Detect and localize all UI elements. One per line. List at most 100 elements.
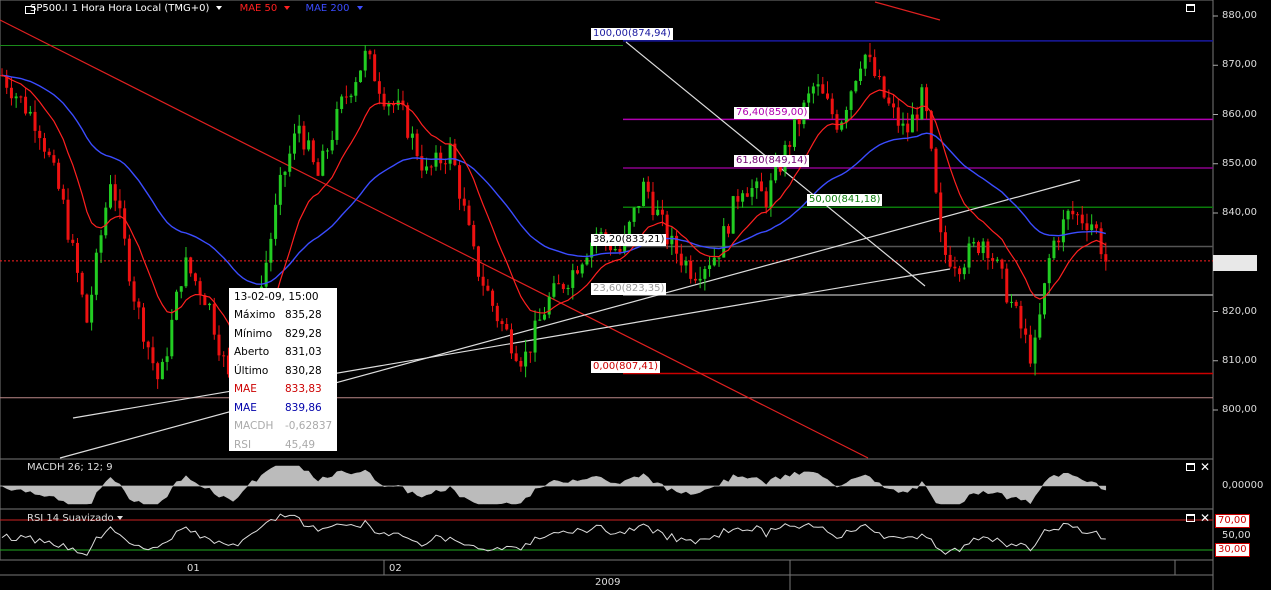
tooltip-row-value: 829,28 xyxy=(285,327,322,340)
price-chart xyxy=(0,0,1218,590)
fib-label-61: 61,80(849,14) xyxy=(734,155,810,167)
candle-body xyxy=(42,138,46,152)
candle-body xyxy=(953,266,957,269)
candle-body xyxy=(566,287,570,290)
candle-body xyxy=(755,181,759,189)
y-tick-label: 870,00 xyxy=(1222,59,1257,71)
candle-body xyxy=(995,259,999,261)
candle-body xyxy=(976,242,980,254)
candle-body xyxy=(863,54,867,69)
tooltip-row: RSI 45,49 xyxy=(234,439,334,451)
candle-body xyxy=(439,152,443,164)
candle-body xyxy=(118,200,122,209)
maximize-icon[interactable] xyxy=(1186,4,1195,12)
candle-body xyxy=(859,68,863,82)
candle-body xyxy=(892,103,896,108)
candle-body xyxy=(708,265,712,270)
tooltip-row-label: Máximo xyxy=(234,309,276,321)
candle-body xyxy=(670,235,674,245)
candle-body xyxy=(1066,210,1070,220)
macd-maximize-icon[interactable] xyxy=(1186,463,1195,471)
candle-body xyxy=(632,207,636,222)
fib-label-0: 0,00(807,41) xyxy=(591,361,661,373)
fib-label-76: 76,40(859,00) xyxy=(734,107,810,119)
ma200-line xyxy=(1,74,1106,285)
rsi-panel-title[interactable]: RSI 14 Suavizado xyxy=(27,513,123,524)
rsi-maximize-icon[interactable] xyxy=(1186,514,1195,522)
candle-body xyxy=(1047,258,1051,284)
candle-body xyxy=(269,238,273,263)
candle-body xyxy=(896,107,900,126)
candle-body xyxy=(1080,214,1084,224)
rsi-axis-label: 50,00 xyxy=(1222,530,1251,541)
tooltip-row-label: MACDH xyxy=(234,420,274,432)
candle-body xyxy=(193,273,197,282)
macd-panel-title[interactable]: MACDH 26; 12; 9 xyxy=(27,462,113,473)
candle-body xyxy=(19,96,23,98)
candle-body xyxy=(627,221,631,235)
candle-body xyxy=(217,334,221,356)
candle-body xyxy=(642,181,646,207)
candle-body xyxy=(1071,210,1075,215)
ma200-label[interactable]: MAE 200 xyxy=(305,3,349,14)
candle-body xyxy=(788,144,792,147)
candle-body xyxy=(651,191,655,216)
candle-body xyxy=(929,111,933,149)
candle-body xyxy=(910,114,914,133)
candle-body xyxy=(1090,224,1094,230)
candle-body xyxy=(646,181,650,192)
tooltip-row-label: Aberto xyxy=(234,346,270,358)
candle-body xyxy=(33,111,37,131)
tooltip-row-value: 835,28 xyxy=(285,309,322,321)
candle-body xyxy=(750,188,754,197)
last-price-marker xyxy=(1213,255,1257,271)
rsi-dropdown-icon[interactable] xyxy=(116,516,123,520)
candle-body xyxy=(731,196,735,234)
ma200-dropdown-icon[interactable] xyxy=(356,6,363,10)
candle-body xyxy=(868,54,872,58)
candle-body xyxy=(585,257,589,265)
rsi-close-icon[interactable]: ✕ xyxy=(1200,512,1210,524)
candle-body xyxy=(835,114,839,130)
ma50-dropdown-icon[interactable] xyxy=(284,6,291,10)
tooltip-row-value: 45,49 xyxy=(285,438,316,451)
candle-body xyxy=(184,257,188,287)
interval-dropdown-icon[interactable] xyxy=(216,6,223,10)
symbol-label[interactable]: SP500.I xyxy=(30,3,68,14)
candle-body xyxy=(382,93,386,107)
tooltip-row: MAE 833,83 xyxy=(234,383,334,395)
tooltip-row-label: MAE xyxy=(234,383,257,395)
candle-body xyxy=(288,153,292,172)
interval-label[interactable]: 1 Hora Hora Local (TMG+0) xyxy=(72,3,210,14)
candle-body xyxy=(104,207,108,236)
candle-body xyxy=(887,97,891,104)
candle-body xyxy=(764,191,768,208)
candle-body xyxy=(613,248,617,251)
candle-body xyxy=(160,361,164,380)
chart-type-icon[interactable] xyxy=(25,6,35,14)
fib-label-23: 23,60(823,35) xyxy=(591,283,667,295)
candle-body xyxy=(359,70,363,83)
tooltip-row-value: 833,83 xyxy=(285,383,322,395)
macd-histogram xyxy=(0,465,1107,505)
candle-body xyxy=(958,268,962,275)
tooltip-row-label: Último xyxy=(234,364,269,377)
candle-body xyxy=(726,226,730,234)
y-tick-label: 850,00 xyxy=(1222,157,1257,169)
rsi-lower-badge: 30,00 xyxy=(1215,543,1250,557)
candle-body xyxy=(189,257,193,274)
candle-body xyxy=(967,243,971,268)
candle-body xyxy=(462,198,466,206)
candle-body xyxy=(500,321,504,325)
fib-label-38: 38,20(833,21) xyxy=(591,234,667,246)
candle-body xyxy=(283,171,287,175)
candle-body xyxy=(1104,254,1108,262)
tooltip-row-label: MAE xyxy=(234,401,257,414)
ma50-label[interactable]: MAE 50 xyxy=(240,3,278,14)
tooltip-row-value: -0,62837 xyxy=(285,420,333,432)
macd-close-icon[interactable]: ✕ xyxy=(1200,461,1210,473)
candle-body xyxy=(1043,283,1047,315)
candle-body xyxy=(208,303,212,306)
candle-body xyxy=(1061,219,1065,243)
candle-body xyxy=(292,133,296,154)
